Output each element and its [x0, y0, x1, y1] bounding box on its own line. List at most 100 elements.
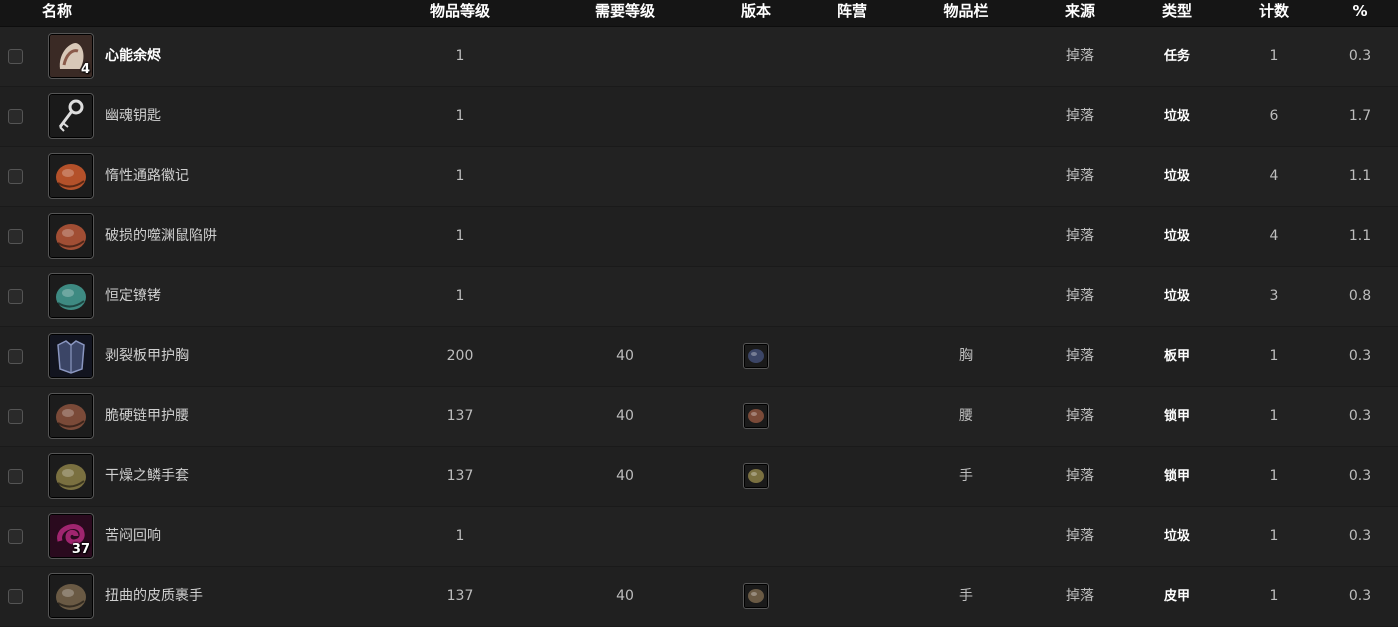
item-level-cell: 137 — [446, 468, 474, 484]
type-cell: 锁甲 — [1163, 469, 1191, 484]
row-checkbox[interactable] — [8, 469, 23, 484]
inert-sigil-icon[interactable] — [48, 153, 94, 199]
header-source[interactable]: 来源 — [1065, 0, 1095, 22]
percent-cell: 1.1 — [1348, 228, 1372, 244]
item-level-cell: 137 — [446, 408, 474, 424]
leather-gloves-version-icon[interactable] — [743, 583, 769, 609]
row-checkbox[interactable] — [8, 589, 23, 604]
slot-cell: 手 — [959, 588, 973, 604]
item-name-link[interactable]: 苦闷回响 — [105, 507, 161, 566]
table-header: 名称 物品等级 需要等级 版本 阵营 物品栏 来源 类型 计数 % — [0, 0, 1398, 27]
loot-table: 名称 物品等级 需要等级 版本 阵营 物品栏 来源 类型 计数 % 4 心能余烬 1… — [0, 0, 1398, 627]
row-checkbox[interactable] — [8, 169, 23, 184]
header-version[interactable]: 版本 — [741, 0, 771, 22]
leather-gloves-icon[interactable] — [48, 573, 94, 619]
gloves-version-icon[interactable] — [743, 463, 769, 489]
count-cell: 1 — [1269, 588, 1279, 604]
item-name-link[interactable]: 破损的噬渊鼠陷阱 — [105, 207, 217, 266]
req-level-cell: 40 — [616, 348, 634, 364]
item-name-link[interactable]: 惰性通路徽记 — [105, 147, 189, 206]
header-percent[interactable]: % — [1352, 0, 1367, 22]
item-name-link[interactable]: 扭曲的皮质裹手 — [105, 567, 203, 626]
row-checkbox[interactable] — [8, 229, 23, 244]
broken-trap-icon[interactable] — [48, 213, 94, 259]
percent-cell: 0.3 — [1348, 48, 1372, 64]
header-type[interactable]: 类型 — [1162, 0, 1192, 22]
percent-cell: 0.3 — [1348, 348, 1372, 364]
percent-cell: 0.3 — [1348, 408, 1372, 424]
source-cell: 掉落 — [1066, 228, 1094, 244]
item-name-link[interactable]: 剥裂板甲护胸 — [105, 327, 189, 386]
row-checkbox[interactable] — [8, 109, 23, 124]
type-cell: 垃圾 — [1163, 529, 1191, 544]
row-checkbox[interactable] — [8, 529, 23, 544]
source-cell: 掉落 — [1066, 48, 1094, 64]
count-cell: 1 — [1269, 528, 1279, 544]
anguish-echo-icon[interactable]: 37 — [48, 513, 94, 559]
source-cell: 掉落 — [1066, 408, 1094, 424]
row-checkbox[interactable] — [8, 409, 23, 424]
item-level-cell: 1 — [455, 168, 465, 184]
header-slot[interactable]: 物品栏 — [943, 0, 988, 22]
table-row[interactable]: 恒定镣铐 1 掉落 垃圾 3 0.8 — [0, 267, 1398, 327]
table-row[interactable]: 扭曲的皮质裹手 137 40 手 掉落 皮甲 1 0.3 — [0, 567, 1398, 627]
table-row[interactable]: 37 苦闷回响 1 掉落 垃圾 1 0.3 — [0, 507, 1398, 567]
count-cell: 4 — [1269, 228, 1279, 244]
waist-version-icon[interactable] — [743, 403, 769, 429]
type-cell: 皮甲 — [1163, 589, 1191, 604]
header-req-level[interactable]: 需要等级 — [595, 0, 655, 22]
mail-belt-icon[interactable] — [48, 393, 94, 439]
item-level-cell: 1 — [455, 528, 465, 544]
count-cell: 4 — [1269, 168, 1279, 184]
item-name-link[interactable]: 幽魂钥匙 — [105, 87, 161, 146]
slot-cell: 胸 — [959, 348, 973, 364]
type-cell: 任务 — [1163, 49, 1191, 64]
stack-count: 4 — [80, 62, 90, 77]
header-name[interactable]: 名称 — [42, 0, 72, 22]
plate-chest-icon[interactable] — [48, 333, 94, 379]
percent-cell: 1.1 — [1348, 168, 1372, 184]
item-level-cell: 1 — [455, 228, 465, 244]
row-checkbox[interactable] — [8, 49, 23, 64]
type-cell: 垃圾 — [1163, 229, 1191, 244]
row-checkbox[interactable] — [8, 289, 23, 304]
source-cell: 掉落 — [1066, 468, 1094, 484]
type-cell: 垃圾 — [1163, 289, 1191, 304]
table-row[interactable]: 脆硬链甲护腰 137 40 腰 掉落 锁甲 1 0.3 — [0, 387, 1398, 447]
type-cell: 垃圾 — [1163, 169, 1191, 184]
percent-cell: 0.3 — [1348, 528, 1372, 544]
table-row[interactable]: 幽魂钥匙 1 掉落 垃圾 6 1.7 — [0, 87, 1398, 147]
item-name-link[interactable]: 脆硬链甲护腰 — [105, 387, 189, 446]
item-name-link[interactable]: 恒定镣铐 — [105, 267, 161, 326]
table-row[interactable]: 干燥之鳞手套 137 40 手 掉落 锁甲 1 0.3 — [0, 447, 1398, 507]
table-row[interactable]: 4 心能余烬 1 掉落 任务 1 0.3 — [0, 27, 1398, 87]
table-row[interactable]: 惰性通路徽记 1 掉落 垃圾 4 1.1 — [0, 147, 1398, 207]
type-cell: 板甲 — [1163, 349, 1191, 364]
shackle-icon[interactable] — [48, 273, 94, 319]
source-cell: 掉落 — [1066, 348, 1094, 364]
table-row[interactable]: 剥裂板甲护胸 200 40 胸 掉落 板甲 1 0.3 — [0, 327, 1398, 387]
item-level-cell: 1 — [455, 288, 465, 304]
row-checkbox[interactable] — [8, 349, 23, 364]
count-cell: 1 — [1269, 408, 1279, 424]
scale-gloves-icon[interactable] — [48, 453, 94, 499]
ghostly-key-icon[interactable] — [48, 93, 94, 139]
item-level-cell: 200 — [446, 348, 474, 364]
table-row[interactable]: 破损的噬渊鼠陷阱 1 掉落 垃圾 4 1.1 — [0, 207, 1398, 267]
req-level-cell: 40 — [616, 588, 634, 604]
count-cell: 3 — [1269, 288, 1279, 304]
item-name-link[interactable]: 干燥之鳞手套 — [105, 447, 189, 506]
anima-ember-icon[interactable]: 4 — [48, 33, 94, 79]
header-item-level[interactable]: 物品等级 — [430, 0, 490, 22]
stack-count: 37 — [71, 542, 90, 557]
header-faction[interactable]: 阵营 — [837, 0, 867, 22]
chest-version-icon[interactable] — [743, 343, 769, 369]
count-cell: 1 — [1269, 468, 1279, 484]
count-cell: 6 — [1269, 108, 1279, 124]
source-cell: 掉落 — [1066, 168, 1094, 184]
item-level-cell: 1 — [455, 48, 465, 64]
item-name-link[interactable]: 心能余烬 — [105, 27, 161, 86]
header-count[interactable]: 计数 — [1259, 0, 1289, 22]
item-level-cell: 137 — [446, 588, 474, 604]
header-spacer — [0, 0, 34, 26]
